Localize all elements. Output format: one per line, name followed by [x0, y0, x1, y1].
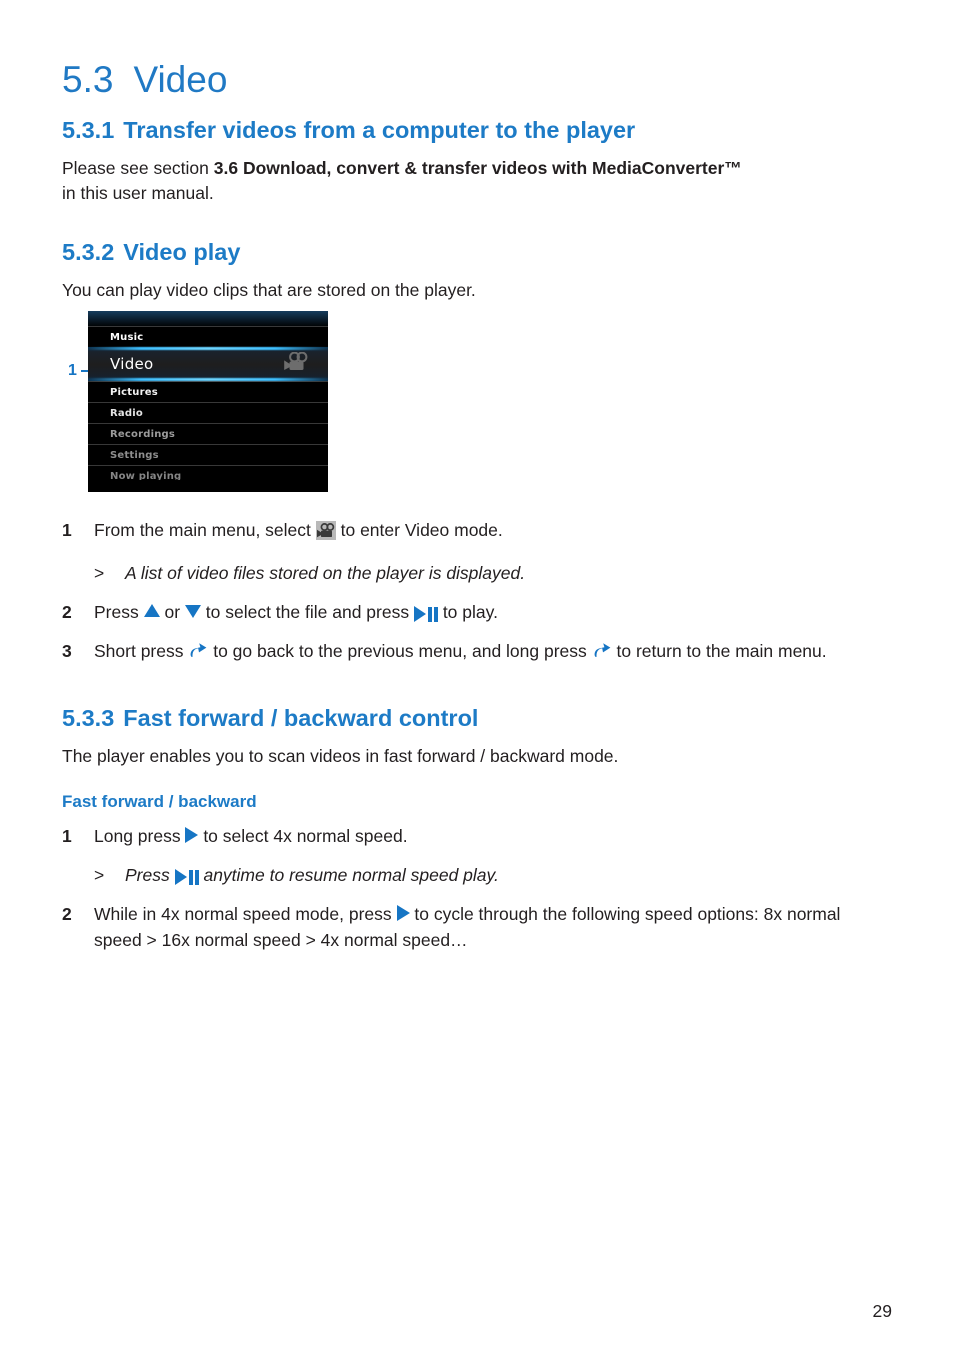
step-text-part: Long press	[94, 826, 186, 846]
step-number: 1	[62, 826, 72, 846]
note-text: Press anytime to resume normal speed pla…	[125, 862, 892, 888]
step-number: 2	[62, 602, 72, 622]
heading-5-3-3: 5.3.3 Fast forward / backward control	[62, 704, 892, 732]
ff-step-2: 2 While in 4x normal speed mode, press t…	[62, 901, 892, 953]
note-video-list: > A list of video files stored on the pl…	[62, 560, 892, 586]
note-marker: >	[94, 865, 105, 885]
step-text-part: Short press	[94, 641, 189, 661]
note-text-part: anytime to resume normal speed play.	[198, 865, 499, 885]
heading-5-3-1-title: Transfer videos from a computer to the p…	[123, 117, 636, 143]
step-text-part: to go back to the previous menu, and lon…	[208, 641, 592, 661]
menu-item-pictures[interactable]: Pictures	[88, 381, 328, 402]
callout-number: 1	[68, 362, 77, 379]
menu-item-label: Settings	[110, 449, 159, 461]
section-number: 5.3	[62, 59, 114, 100]
ff-step-1: 1 Long press to select 4x normal speed.	[62, 823, 892, 849]
back-arrow-icon	[592, 641, 612, 667]
heading-5-3-2-title: Video play	[123, 239, 241, 265]
heading-5-3-2-number: 5.3.2	[62, 239, 115, 265]
step-3: 3 Short press to go back to the previous…	[62, 638, 892, 667]
menu-item-video[interactable]: Video	[88, 347, 328, 381]
manual-page: 5.3 Video 5.3.1 Transfer videos from a com…	[0, 0, 954, 1350]
triangle-down-icon	[184, 605, 201, 618]
step-text-part: to select 4x normal speed.	[198, 826, 408, 846]
back-arrow-icon	[188, 641, 208, 667]
heading-5-3-3-title: Fast forward / backward control	[123, 705, 479, 731]
device-screen: Music Video Pictures Radio Recordings Se…	[88, 311, 328, 492]
camcorder-icon	[315, 521, 336, 547]
step-text: While in 4x normal speed mode, press to …	[94, 901, 892, 953]
selection-glow-top	[88, 347, 328, 350]
see-section-suffix: in this user manual.	[62, 183, 214, 203]
step-number: 1	[62, 520, 72, 540]
step-number: 2	[62, 904, 72, 924]
play-pause-icon	[174, 869, 199, 886]
menu-item-label: Radio	[110, 407, 143, 419]
page-title: 5.3 Video	[62, 58, 892, 102]
step-text-part: or	[159, 602, 185, 622]
device-screenshot-figure: 1 Music Video Pictures Radio Recordings …	[62, 311, 892, 503]
camcorder-icon	[282, 351, 308, 376]
play-pause-icon	[413, 606, 438, 623]
menu-item-label: Pictures	[110, 386, 158, 398]
step-text-part: to enter Video mode.	[335, 520, 503, 540]
heading-5-3-3-number: 5.3.3	[62, 705, 115, 731]
step-1: 1 From the main menu, select to enter Vi…	[62, 517, 892, 547]
note-text: A list of video files stored on the play…	[125, 563, 526, 583]
step-text-part: From the main menu, select	[94, 520, 316, 540]
triangle-up-icon	[143, 604, 160, 617]
menu-item-recordings[interactable]: Recordings	[88, 423, 328, 444]
menu-item-label: Music	[110, 331, 144, 343]
menu-item-radio[interactable]: Radio	[88, 402, 328, 423]
see-section-reference: 3.6 Download, convert & transfer videos …	[213, 158, 742, 178]
heading-5-3-1-number: 5.3.1	[62, 117, 115, 143]
menu-item-settings[interactable]: Settings	[88, 444, 328, 465]
step-text-part: to select the file and press	[200, 602, 414, 622]
note-text-part: Press	[125, 865, 175, 885]
step-text-part: While in 4x normal speed mode, press	[94, 904, 397, 924]
section-title: Video	[133, 59, 228, 100]
step-text: Press or to select the file and press to…	[94, 599, 892, 625]
note-resume-normal-speed: > Press anytime to resume normal speed p…	[62, 862, 892, 888]
screen-bottom-fade	[88, 480, 328, 492]
step-2: 2 Press or to select the file and press …	[62, 599, 892, 625]
note-marker: >	[94, 563, 105, 583]
see-section-prefix: Please see section	[62, 158, 214, 178]
step-text-part: Press	[94, 602, 144, 622]
triangle-right-icon	[185, 827, 199, 843]
step-text-part: to return to the main menu.	[611, 641, 827, 661]
step-text: From the main menu, select to enter Vide…	[94, 517, 892, 547]
page-number: 29	[872, 1301, 892, 1321]
paragraph-5-3-2-intro: You can play video clips that are stored…	[62, 280, 476, 300]
screen-header-glow	[88, 311, 328, 327]
menu-item-label: Recordings	[110, 428, 176, 440]
subheading-fast-forward-backward: Fast forward / backward	[62, 792, 257, 811]
paragraph-5-3-3-intro: The player enables you to scan videos in…	[62, 746, 619, 766]
triangle-right-icon	[396, 905, 410, 921]
step-text: Long press to select 4x normal speed.	[94, 823, 892, 849]
heading-5-3-2: 5.3.2 Video play	[62, 238, 892, 266]
menu-item-label: Video	[110, 355, 154, 373]
paragraph-5-3-1: Please see section 3.6 Download, convert…	[62, 156, 892, 206]
step-text-part: to play.	[437, 602, 498, 622]
menu-item-music[interactable]: Music	[88, 326, 328, 347]
step-text: Short press to go back to the previous m…	[94, 638, 892, 667]
page-content: 5.3 Video 5.3.1 Transfer videos from a com…	[62, 58, 892, 966]
step-number: 3	[62, 641, 72, 661]
heading-5-3-1: 5.3.1 Transfer videos from a computer to …	[62, 116, 892, 144]
